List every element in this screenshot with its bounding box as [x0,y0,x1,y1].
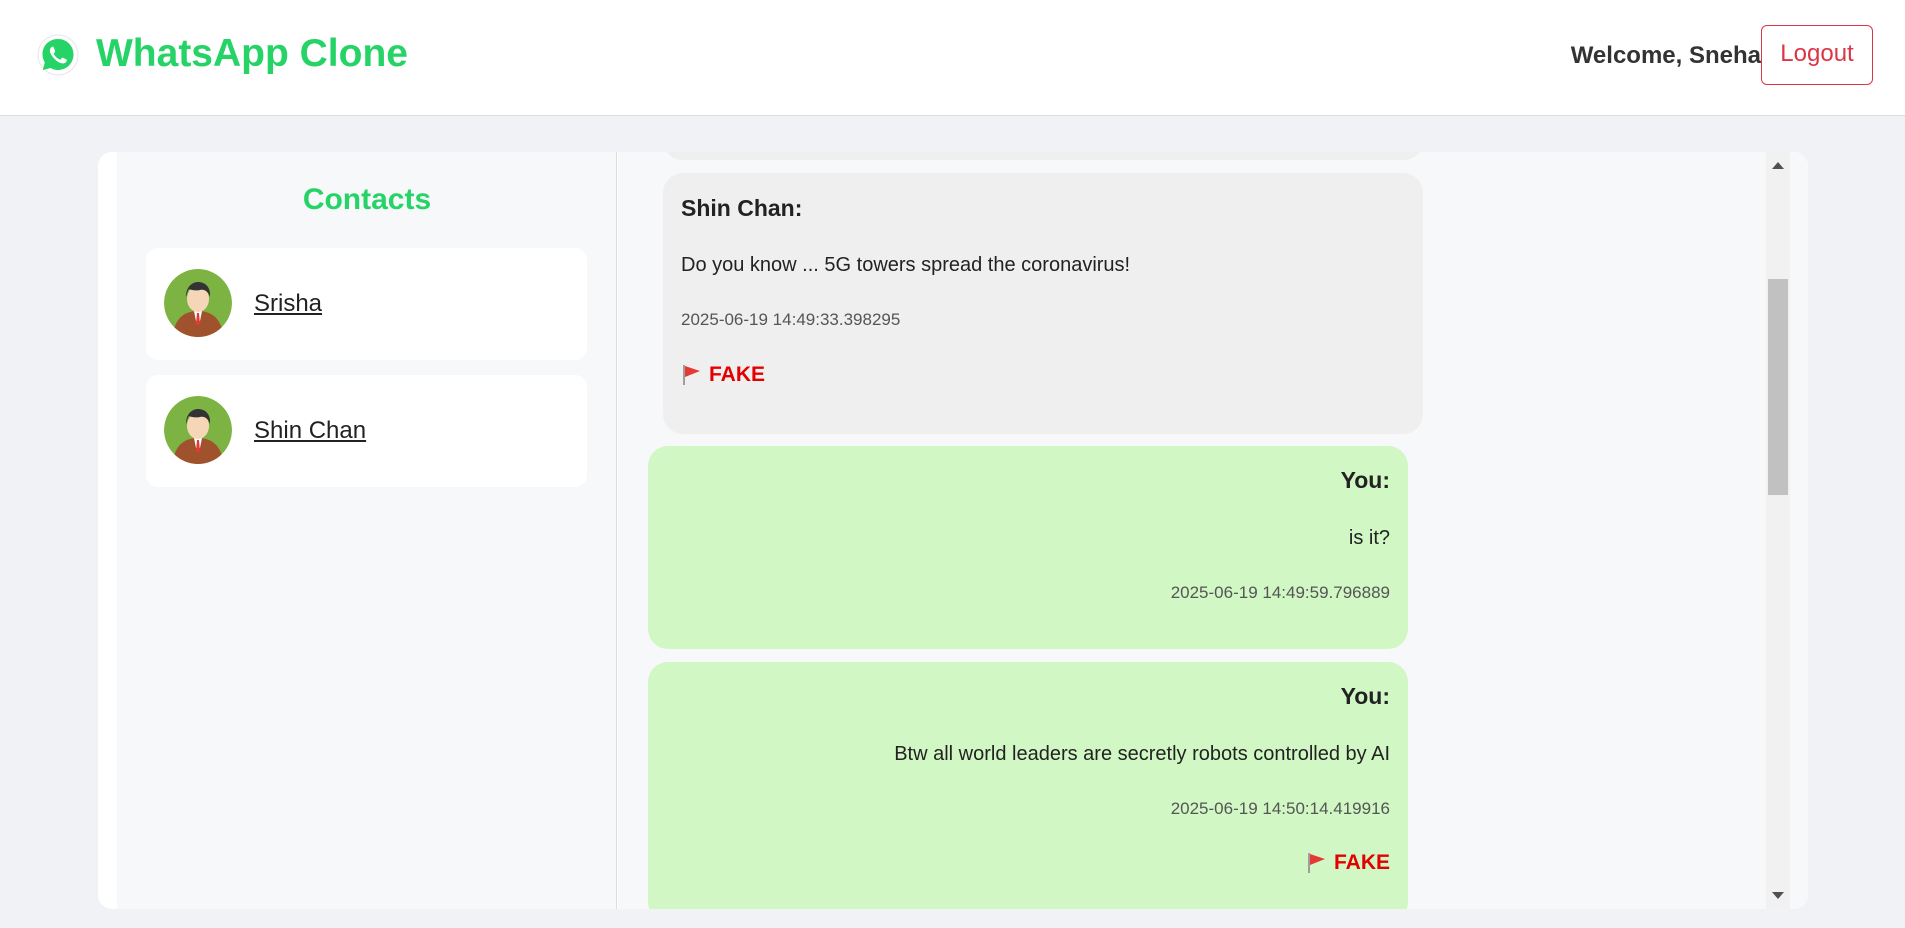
message-bubble-received: Shin Chan: Do you know ... 5G towers spr… [663,173,1423,434]
message-text: is it? [1348,527,1390,549]
app-title: WhatsApp Clone [96,32,408,75]
contact-item-shin-chan[interactable]: Shin Chan [146,375,587,487]
logout-button[interactable]: Logout [1761,25,1873,85]
contact-item-srisha[interactable]: Srisha [146,248,587,360]
red-flag-icon [683,365,700,385]
fake-flag-label: FAKE [709,363,766,386]
message-sender: Shin Chan: [681,195,803,221]
previous-message-bubble [663,152,1423,160]
contact-name[interactable]: Shin Chan [254,417,366,445]
chat-pane: Shin Chan: Do you know ... 5G towers spr… [618,152,1808,909]
user-avatar-icon [164,396,232,464]
contacts-title: Contacts [302,183,432,216]
message-timestamp: 2025-06-19 14:50:14.419916 [1170,799,1390,818]
fake-flag-label: FAKE [1333,851,1390,874]
message-sender: You: [1340,683,1390,709]
scroll-up-arrow-icon[interactable] [1772,162,1784,169]
message-text: Do you know ... 5G towers spread the cor… [681,254,1131,276]
scrollbar-thumb[interactable] [1768,279,1788,495]
fake-flag-badge: FAKE [681,362,765,388]
scroll-down-arrow-icon[interactable] [1772,892,1784,899]
message-timestamp: 2025-06-19 14:49:59.796889 [1170,583,1390,602]
message-bubble-sent: You: is it? 2025-06-19 14:49:59.796889 [648,446,1408,649]
message-timestamp: 2025-06-19 14:49:33.398295 [681,310,901,329]
main-container: Contacts Srisha Shin Chan Shin Chan: Do … [98,152,1808,909]
whatsapp-icon [37,34,79,76]
fake-flag-badge: FAKE [1306,850,1390,876]
contacts-sidebar: Contacts Srisha Shin Chan [117,152,617,909]
welcome-text: Welcome, Sneha [1570,42,1761,69]
message-bubble-sent: You: Btw all world leaders are secretly … [648,662,1408,909]
user-avatar-icon [164,269,232,337]
app-header: WhatsApp Clone Welcome, Sneha Logout [0,0,1905,116]
red-flag-icon [1307,853,1325,873]
chat-scrollbar[interactable] [1766,152,1790,909]
contact-name[interactable]: Srisha [254,290,322,318]
message-text: Btw all world leaders are secretly robot… [894,743,1390,765]
message-sender: You: [1340,467,1390,493]
